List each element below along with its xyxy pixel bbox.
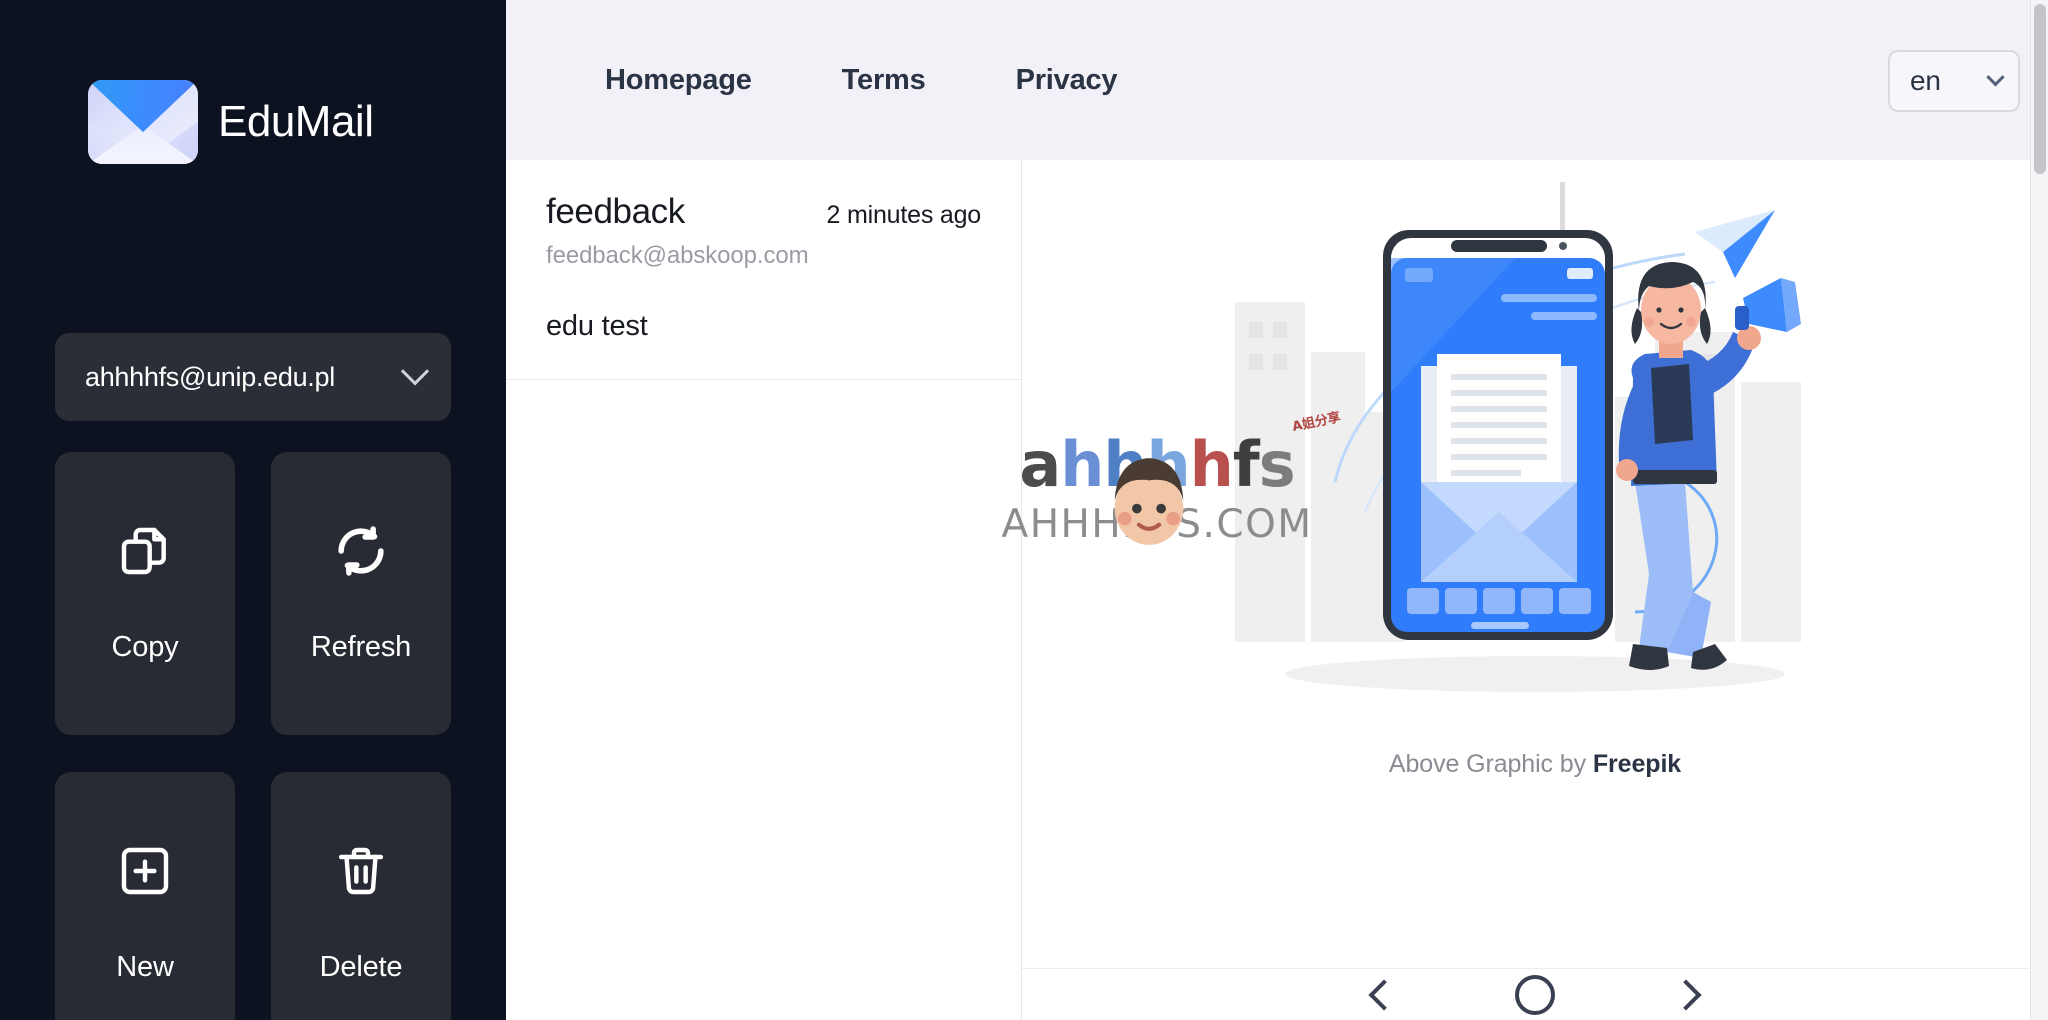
- delete-label: Delete: [319, 951, 403, 983]
- delete-button[interactable]: Delete: [271, 772, 451, 1020]
- list-item[interactable]: feedback 2 minutes ago feedback@abskoop.…: [506, 160, 1021, 380]
- circle-icon[interactable]: [1515, 974, 1555, 1015]
- wm-letter-1: h: [1060, 428, 1104, 501]
- illustration-credit: Above Graphic by Freepik: [1389, 750, 1681, 779]
- mail-viewer: ahhhhfs A姐分享 AHHHHFS.COM Above Graphic b…: [1002, 160, 2048, 1020]
- plus-square-icon: [121, 847, 169, 895]
- copy-label: Copy: [111, 631, 179, 663]
- copy-icon: [121, 527, 166, 575]
- language-value: en: [1910, 65, 1941, 96]
- main-area: Homepage Terms Privacy en feedback 2 min…: [506, 0, 2048, 1020]
- refresh-icon: [338, 526, 384, 576]
- mail-list: feedback 2 minutes ago feedback@abskoop.…: [506, 160, 1022, 1020]
- content-columns: feedback 2 minutes ago feedback@abskoop.…: [506, 160, 2048, 1020]
- nav-link-privacy[interactable]: Privacy: [971, 64, 1163, 97]
- chevron-right-icon[interactable]: [1670, 978, 1702, 1011]
- brand[interactable]: EduMail: [0, 0, 506, 164]
- wm-letter-0: a: [1019, 428, 1061, 501]
- chevron-down-icon: [1986, 67, 2005, 86]
- mail-sender: feedback: [546, 192, 685, 231]
- envelope-logo-icon: [88, 80, 198, 164]
- scrollbar-thumb[interactable]: [2034, 4, 2046, 174]
- language-selector[interactable]: en: [1888, 50, 2020, 112]
- main-nav: Homepage Terms Privacy: [560, 64, 1162, 97]
- mail-address: feedback@abskoop.com: [546, 242, 809, 269]
- mail-timestamp: 2 minutes ago: [826, 201, 982, 229]
- viewer-pager: [1022, 968, 2048, 1020]
- account-email: ahhhhfs@unip.edu.pl: [85, 361, 335, 392]
- refresh-label: Refresh: [310, 631, 412, 663]
- mail-subject: edu test: [546, 310, 648, 342]
- chevron-left-icon[interactable]: [1368, 978, 1400, 1011]
- sidebar: EduMail ahhhhfs@unip.edu.pl Copy Refresh: [0, 0, 506, 1020]
- top-header: Homepage Terms Privacy en: [506, 0, 2048, 160]
- account-selector[interactable]: ahhhhfs@unip.edu.pl: [55, 333, 451, 421]
- new-label: New: [116, 951, 174, 983]
- action-tiles: Copy Refresh New Delete: [55, 452, 451, 1020]
- credit-prefix: Above Graphic by: [1388, 750, 1593, 778]
- copy-button[interactable]: Copy: [55, 452, 235, 735]
- brand-name: EduMail: [218, 97, 374, 146]
- nav-link-terms[interactable]: Terms: [797, 64, 971, 97]
- refresh-button[interactable]: Refresh: [271, 452, 451, 735]
- nav-link-homepage[interactable]: Homepage: [560, 64, 797, 97]
- chevron-down-icon: [400, 357, 430, 386]
- wm-letter-2: h: [1103, 428, 1147, 501]
- trash-icon: [338, 847, 384, 895]
- new-button[interactable]: New: [55, 772, 235, 1020]
- wm-letter-3: h: [1146, 428, 1190, 501]
- credit-author[interactable]: Freepik: [1593, 750, 1681, 778]
- page-scrollbar[interactable]: [2030, 0, 2048, 1020]
- email-marketing-illustration: ahhhhfs A姐分享 AHHHHFS.COM: [1002, 182, 1855, 742]
